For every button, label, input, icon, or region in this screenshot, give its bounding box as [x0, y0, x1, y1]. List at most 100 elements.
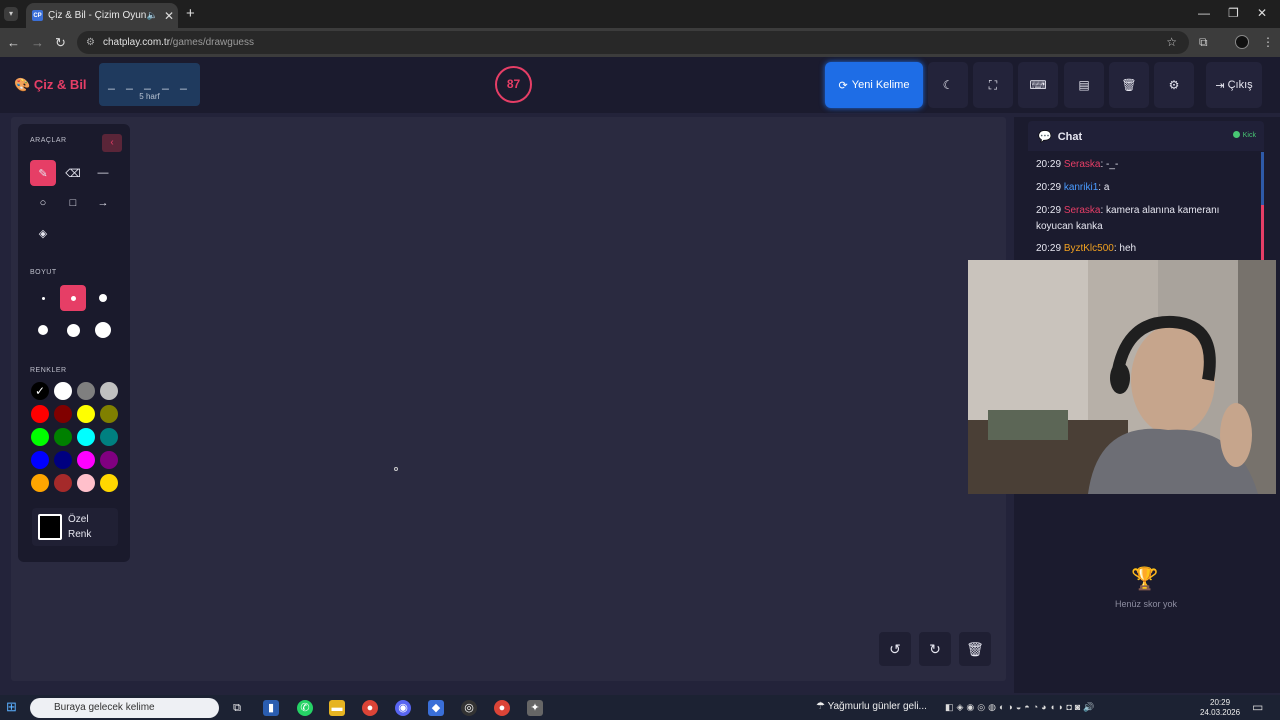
drawing-canvas[interactable]	[11, 117, 1006, 681]
rectangle-tool[interactable]: □	[60, 190, 86, 216]
eraser-tool[interactable]: ⌫	[60, 160, 86, 186]
color-swatch[interactable]	[100, 474, 118, 492]
color-swatch[interactable]	[54, 405, 72, 423]
minimize-icon[interactable]: —	[1198, 6, 1210, 20]
restore-icon[interactable]: ❐	[1228, 6, 1239, 20]
arrow-tool[interactable]: →	[90, 190, 116, 216]
color-swatch[interactable]	[77, 382, 95, 400]
reload-icon[interactable]: ↻	[55, 35, 66, 51]
profile-avatar[interactable]	[1235, 35, 1249, 49]
brush-tool[interactable]: ✎	[30, 160, 56, 186]
url-host: chatplay.com.tr	[102, 37, 171, 48]
chat-message: 20:29 kanriki1: a	[1036, 182, 1110, 193]
chrome-icon[interactable]: ●	[362, 700, 378, 716]
notification-icon[interactable]: ▭	[1252, 700, 1263, 714]
custom-color-button[interactable]: Özel Renk	[32, 508, 118, 546]
discord-icon[interactable]: ◉	[395, 700, 411, 716]
color-swatch[interactable]	[77, 451, 95, 469]
collapse-panel-button[interactable]: ‹	[102, 134, 122, 152]
close-tab-icon[interactable]: ✕	[164, 9, 174, 23]
app-icon[interactable]: ◆	[428, 700, 444, 716]
chat-bubble-icon: 💬	[1038, 131, 1052, 143]
clear-button[interactable]: 🗑	[1109, 62, 1149, 108]
kick-status: Kick	[1232, 131, 1256, 139]
trash-icon: 🗑	[966, 640, 984, 657]
size-3[interactable]	[90, 285, 116, 311]
taskbar-clock[interactable]: 20:29 24.03.2026	[1200, 698, 1240, 718]
weather-widget[interactable]: ☂ Yağmurlu günler geli...	[816, 701, 927, 712]
url-field[interactable]: ⚙ chatplay.com.tr/games/drawguess ☆	[77, 31, 1189, 54]
chat-header: 💬 Chat Kick	[1028, 121, 1264, 151]
browser-tab[interactable]: CP Çiz & Bil - Çizim Oyunu 🔈 ✕	[26, 3, 178, 28]
exit-button[interactable]: ⇥ Çıkış	[1206, 62, 1262, 108]
color-swatch[interactable]	[100, 405, 118, 423]
size-6[interactable]	[90, 317, 116, 343]
browser-menu-icon[interactable]: ⋮	[1262, 35, 1274, 49]
redo-icon: ↻	[929, 640, 941, 657]
size-title: BOYUT	[30, 269, 57, 276]
bookmark-star-icon[interactable]: ☆	[1166, 35, 1177, 49]
taskbar-search[interactable]: Buraya gelecek kelime	[30, 698, 219, 718]
color-swatch[interactable]	[100, 382, 118, 400]
obs-icon[interactable]: ◎	[461, 700, 477, 716]
app-logo[interactable]: 🎨 Çiz & Bil	[14, 77, 87, 93]
color-swatch[interactable]	[77, 428, 95, 446]
new-tab-button[interactable]: +	[186, 5, 195, 22]
size-1[interactable]	[30, 285, 56, 311]
app-icon[interactable]: ✦	[527, 700, 543, 716]
color-swatch[interactable]	[77, 474, 95, 492]
color-swatch[interactable]	[54, 382, 72, 400]
app-icon[interactable]: ▮	[263, 700, 279, 716]
arrow-right-icon: →	[97, 197, 109, 209]
close-window-icon[interactable]: ✕	[1257, 6, 1267, 20]
chat-scrollbar-thumb[interactable]	[1261, 205, 1264, 260]
settings-button[interactable]: ⚙	[1154, 62, 1194, 108]
clear-canvas-button[interactable]: 🗑	[959, 632, 991, 666]
system-tray[interactable]: ◧◈◉◎◍◐◑◒◓◔◕◖◗◘◙🔊	[945, 702, 1098, 713]
size-5[interactable]	[60, 317, 86, 343]
undo-button[interactable]: ↺	[879, 632, 911, 666]
tools-title: ARAÇLAR	[30, 137, 67, 144]
chat-message: 20:29 Seraska: kamera alanına kameranı k…	[1036, 205, 1220, 232]
keyboard-button[interactable]: ⌨	[1018, 62, 1058, 108]
color-swatch[interactable]	[31, 451, 49, 469]
extensions-icon[interactable]: ⧉	[1199, 35, 1208, 50]
archive-button[interactable]: ▤	[1064, 62, 1104, 108]
forward-icon[interactable]: →	[31, 35, 44, 50]
color-swatch[interactable]	[54, 451, 72, 469]
site-info-icon[interactable]: ⚙	[86, 37, 95, 48]
fullscreen-button[interactable]: ⛶	[973, 62, 1013, 108]
line-tool[interactable]: —	[90, 160, 116, 186]
task-view-icon[interactable]: ⧉	[229, 700, 245, 716]
speaker-icon[interactable]: 🔈	[147, 10, 158, 21]
windows-start-icon[interactable]: ⊞	[6, 699, 22, 715]
circle-tool[interactable]: ○	[30, 190, 56, 216]
color-swatch[interactable]	[31, 474, 49, 492]
new-word-button[interactable]: ⟳ Yeni Kelime	[825, 62, 923, 108]
fill-tool[interactable]: ◈	[30, 220, 56, 246]
color-swatch[interactable]	[77, 405, 95, 423]
chat-title: Chat	[1057, 131, 1083, 143]
chrome-icon[interactable]: ●	[494, 700, 510, 716]
folder-icon[interactable]: ▬	[329, 700, 345, 716]
custom-color-preview	[38, 514, 62, 540]
trophy-icon: 🏆	[1131, 566, 1159, 591]
color-swatch[interactable]	[100, 451, 118, 469]
whatsapp-icon[interactable]: ✆	[297, 700, 313, 716]
dark-mode-button[interactable]: ☾	[928, 62, 968, 108]
color-swatch[interactable]	[31, 428, 49, 446]
redo-button[interactable]: ↻	[919, 632, 951, 666]
refresh-icon: ⟳	[838, 79, 848, 92]
color-swatch[interactable]	[54, 428, 72, 446]
size-2[interactable]	[60, 285, 86, 311]
line-icon: —	[97, 167, 109, 179]
moon-icon: ☾	[942, 78, 954, 92]
size-4[interactable]	[30, 317, 56, 343]
color-swatch[interactable]	[31, 405, 49, 423]
color-swatch[interactable]	[54, 474, 72, 492]
color-swatch[interactable]: ✓	[31, 382, 49, 400]
back-icon[interactable]: ←	[7, 35, 20, 50]
word-box: _ _ _ _ _ 5 harf	[99, 63, 200, 106]
color-swatch[interactable]	[100, 428, 118, 446]
tab-list-icon[interactable]: ▾	[4, 7, 18, 21]
